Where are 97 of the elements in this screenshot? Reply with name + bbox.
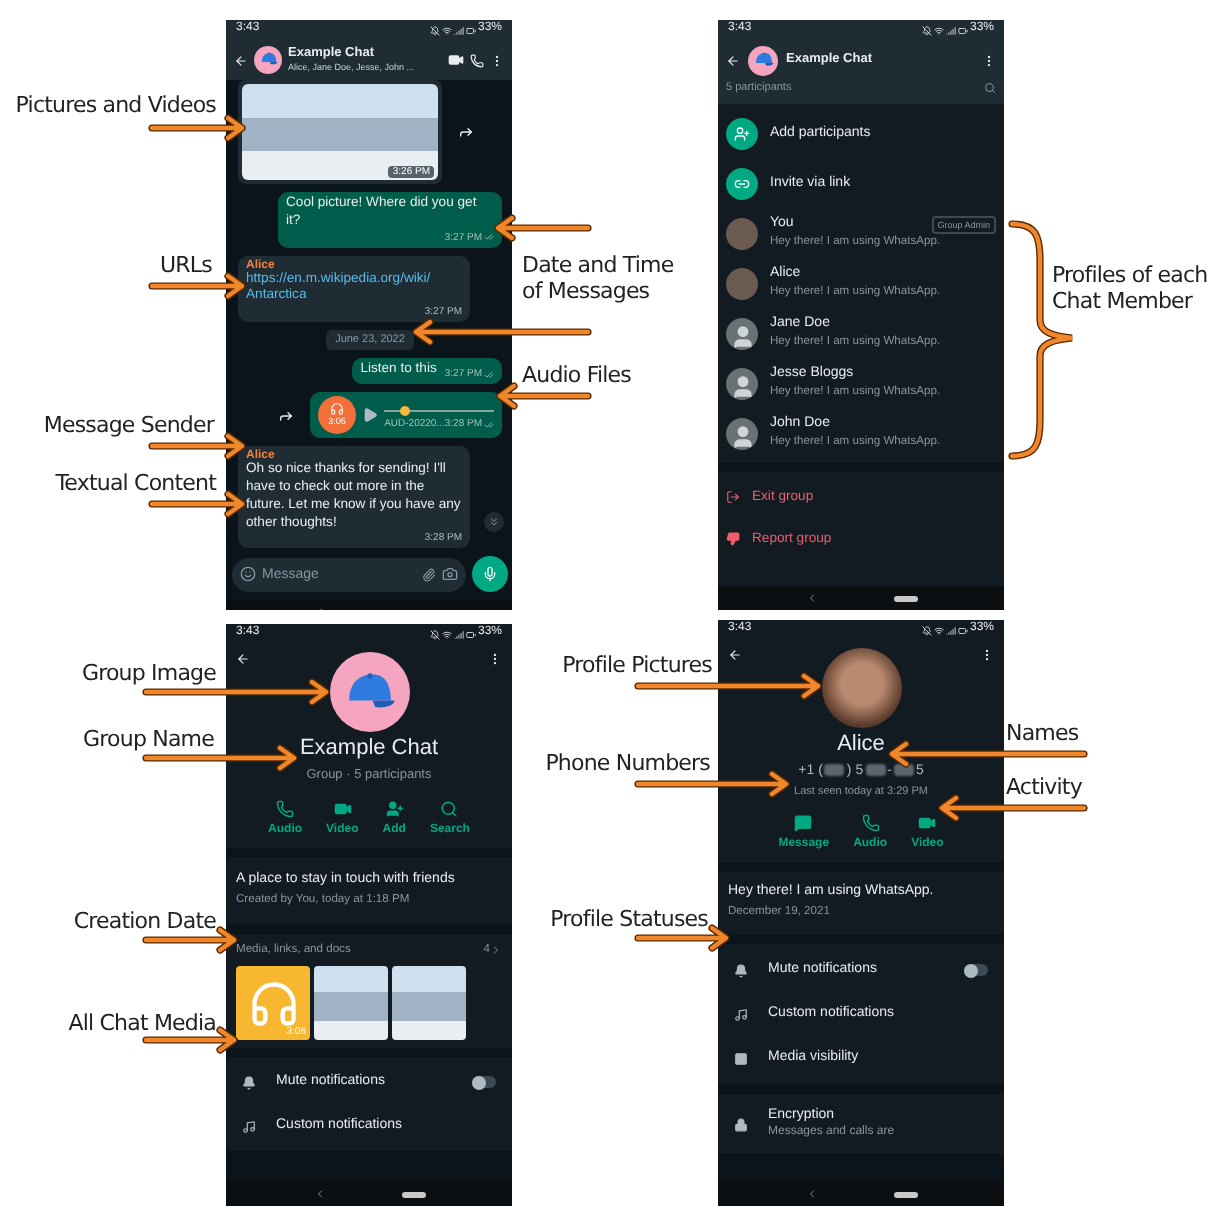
wifi-icon: [933, 625, 944, 635]
annotation-arrow: [494, 214, 592, 242]
scroll-down-button[interactable]: [484, 512, 504, 533]
annotation-label: Group Name: [81, 726, 214, 753]
attach-icon: [422, 567, 436, 582]
music-note-icon: [734, 1007, 748, 1022]
read-ticks-icon: [484, 419, 494, 430]
wifi-icon: [441, 25, 452, 35]
annotation-label: URLs: [158, 252, 212, 279]
play-icon[interactable]: [362, 406, 379, 425]
battery-icon: [957, 625, 968, 635]
add-person-icon: [385, 799, 404, 818]
toggle-switch[interactable]: [472, 1076, 496, 1089]
annotation-label: Names: [1006, 720, 1081, 747]
back-arrow-icon[interactable]: [236, 652, 250, 666]
profile-photo: [821, 648, 901, 728]
annotation-arrow: [148, 272, 246, 300]
video-camera-icon: [918, 814, 937, 833]
annotation-label: Profile Statuses: [548, 906, 708, 933]
home-button[interactable]: [893, 595, 917, 601]
annotation-label: All Chat Media: [66, 1010, 216, 1037]
annotation-arrow: [142, 926, 238, 954]
menu-icon[interactable]: [488, 652, 502, 666]
annotation-label: Date and Time of Messages: [522, 252, 676, 305]
phone-icon: [861, 814, 880, 833]
back-arrow-icon[interactable]: [726, 53, 740, 67]
read-ticks-icon: [484, 369, 494, 380]
toggle-switch[interactable]: [964, 964, 988, 977]
avatar-photo: [726, 267, 758, 300]
exit-icon: [726, 490, 740, 505]
search-icon: [440, 799, 459, 818]
home-button[interactable]: [893, 1191, 917, 1197]
annotation-arrow: [634, 924, 730, 952]
mute-icon: [429, 629, 440, 639]
annotation-arrow: [148, 114, 246, 142]
mute-icon: [921, 25, 932, 35]
annotation-arrow: [148, 490, 246, 518]
forward-icon[interactable]: [278, 407, 294, 424]
microphone-button[interactable]: [472, 556, 508, 593]
search-icon[interactable]: [984, 82, 996, 95]
signal-icon: [945, 25, 956, 35]
signal-icon: [453, 629, 464, 639]
forward-icon[interactable]: [458, 124, 474, 140]
home-button[interactable]: [401, 1191, 425, 1197]
wifi-icon: [441, 629, 452, 639]
annotation-label: Creation Date: [71, 908, 216, 935]
cap-icon: [343, 671, 395, 713]
signal-icon: [945, 625, 956, 635]
mute-icon: [429, 25, 440, 35]
annotation-label: Profile Pictures: [560, 652, 712, 679]
wifi-icon: [933, 25, 944, 35]
battery-icon: [465, 25, 476, 35]
annotation-label: Profiles of each Chat Member: [1052, 262, 1210, 315]
contact-name: Alice: [837, 732, 885, 760]
phone-icon: [276, 799, 295, 818]
battery-icon: [465, 629, 476, 639]
back-arrow-icon[interactable]: [728, 648, 742, 662]
annotation-label: Group Image: [79, 660, 216, 687]
person-icon: [729, 423, 755, 450]
menu-icon[interactable]: [490, 53, 504, 67]
annotation-label: Message Sender: [41, 412, 214, 439]
image-icon: [734, 1051, 748, 1066]
annotation-arrow: [496, 382, 592, 410]
emoji-icon: [240, 566, 256, 583]
music-note-icon: [242, 1119, 256, 1134]
menu-icon[interactable]: [980, 648, 994, 662]
headphones-icon: [330, 402, 344, 417]
annotation-label: Pictures and Videos: [13, 92, 216, 119]
person-icon: [729, 373, 755, 400]
annotation-label: Textual Content: [53, 470, 216, 497]
back-arrow-icon[interactable]: [234, 53, 248, 67]
menu-icon[interactable]: [982, 53, 996, 67]
microphone-icon: [482, 566, 498, 583]
photo-thumbnail[interactable]: [314, 966, 388, 1041]
avatar-photo: [726, 217, 758, 250]
thumbs-down-icon: [726, 532, 740, 547]
signal-icon: [453, 25, 464, 35]
battery-icon: [957, 25, 968, 35]
annotation-label: Activity: [1006, 774, 1084, 801]
video-camera-icon: [333, 799, 352, 818]
audio-slider-thumb[interactable]: [400, 406, 411, 417]
group-name: Example Chat: [299, 736, 439, 764]
annotation-label: Audio Files: [522, 362, 633, 389]
camera-icon: [442, 566, 458, 583]
add-person-icon: [734, 125, 750, 142]
annotation-label: Phone Numbers: [543, 750, 710, 777]
person-icon: [729, 323, 755, 350]
link-icon: [734, 175, 750, 192]
mute-icon: [921, 625, 932, 635]
read-ticks-icon: [484, 232, 494, 243]
phone-call-icon[interactable]: [470, 53, 484, 67]
cap-icon: [753, 52, 773, 68]
video-call-icon[interactable]: [448, 52, 464, 68]
photo-thumbnail[interactable]: [392, 966, 466, 1041]
cap-icon: [259, 52, 277, 68]
message-icon: [794, 814, 813, 833]
annotation-arrow: [148, 432, 246, 460]
